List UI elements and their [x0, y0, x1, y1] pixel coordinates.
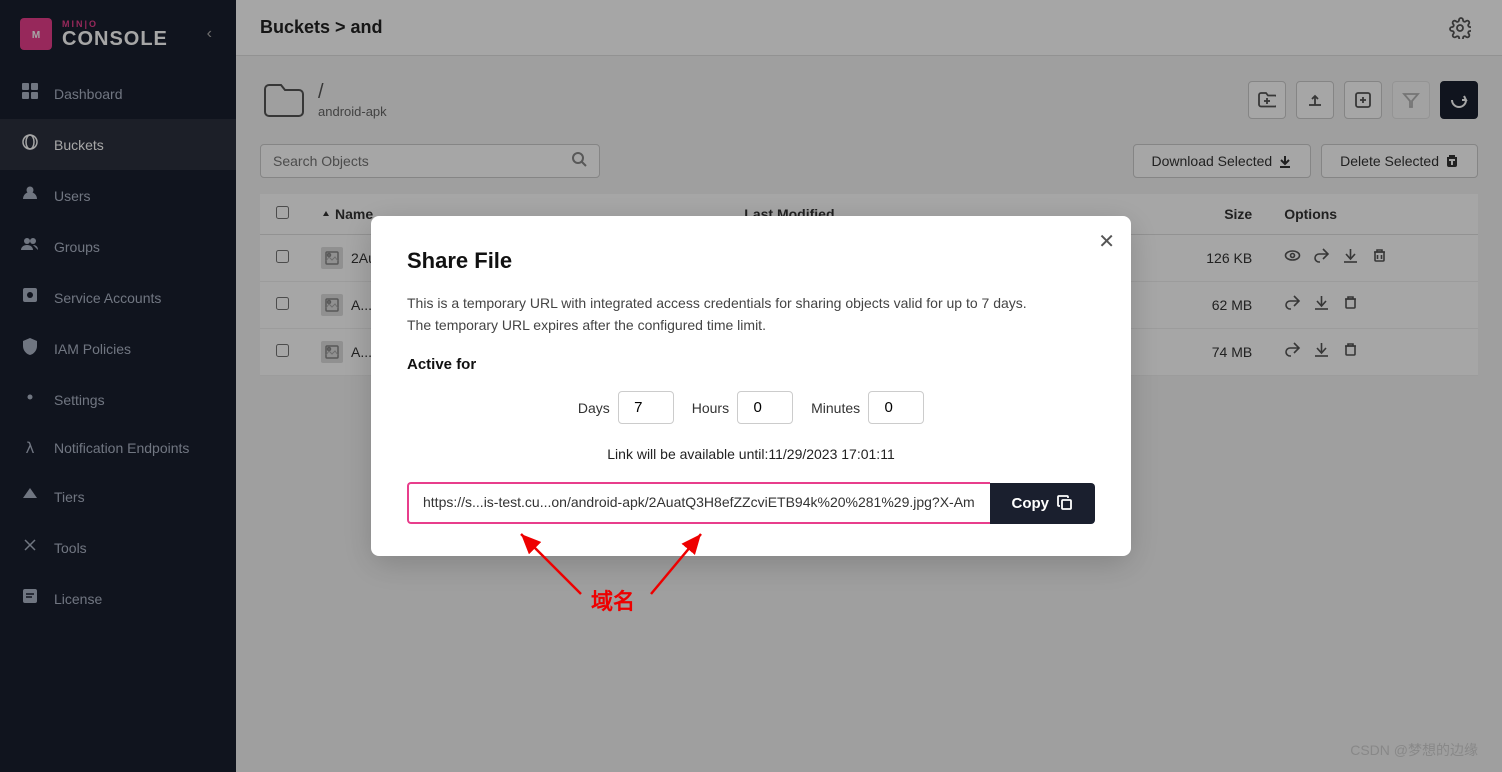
hours-group: Hours — [692, 391, 793, 424]
minutes-group: Minutes — [811, 391, 924, 424]
url-input-wrap — [407, 482, 990, 524]
link-available: Link will be available until:11/29/2023 … — [407, 446, 1095, 462]
minutes-label: Minutes — [811, 400, 860, 416]
days-label: Days — [578, 400, 610, 416]
modal-desc-line2: The temporary URL expires after the conf… — [407, 314, 1095, 336]
url-input[interactable] — [423, 494, 976, 510]
modal-desc-line1: This is a temporary URL with integrated … — [407, 292, 1095, 314]
days-input[interactable] — [618, 391, 674, 424]
url-row: Copy — [407, 482, 1095, 524]
main-area: Buckets > and / android-apk — [236, 0, 1502, 772]
modal-close-button[interactable]: ✕ — [1098, 232, 1115, 252]
share-file-modal: ✕ Share File This is a temporary URL wit… — [371, 216, 1131, 557]
modal-active-for: Active for — [407, 356, 1095, 373]
modal-title: Share File — [407, 248, 1095, 274]
minutes-input[interactable] — [868, 391, 924, 424]
svg-text:域名: 域名 — [591, 589, 635, 614]
time-inputs: Days Hours Minutes — [407, 391, 1095, 424]
days-group: Days — [578, 391, 674, 424]
copy-button[interactable]: Copy — [990, 483, 1096, 524]
copy-label: Copy — [1012, 495, 1050, 512]
hours-label: Hours — [692, 400, 729, 416]
modal-overlay: ✕ Share File This is a temporary URL wit… — [236, 0, 1502, 772]
hours-input[interactable] — [737, 391, 793, 424]
modal-description: This is a temporary URL with integrated … — [407, 292, 1095, 337]
